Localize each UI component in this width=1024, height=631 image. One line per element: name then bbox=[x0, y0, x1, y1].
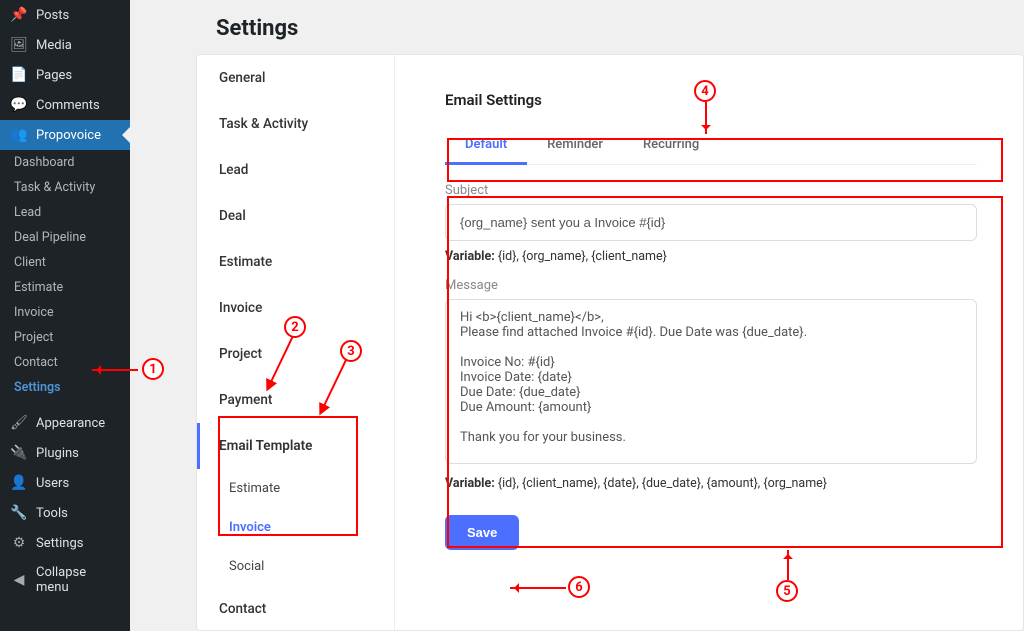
subtab-social[interactable]: Social bbox=[197, 547, 394, 586]
email-settings-tabs: Default Reminder Recurring bbox=[445, 127, 977, 165]
users-icon: 👥 bbox=[10, 127, 28, 143]
sidebar-item-propovoice[interactable]: 👥 Propovoice bbox=[0, 120, 130, 150]
collapse-icon: ◀ bbox=[10, 572, 28, 588]
sidebar-item-posts[interactable]: 📌 Posts bbox=[0, 0, 130, 30]
subtab-estimate[interactable]: Estimate bbox=[197, 469, 394, 508]
subitem-contact[interactable]: Contact bbox=[0, 350, 130, 375]
push-pin-icon: 📌 bbox=[10, 7, 28, 23]
subitem-lead[interactable]: Lead bbox=[0, 200, 130, 225]
pages-icon: 📄 bbox=[10, 67, 28, 83]
tab-payment[interactable]: Payment bbox=[197, 377, 394, 423]
message-label: Message bbox=[445, 278, 977, 293]
tab-task-activity[interactable]: Task & Activity bbox=[197, 101, 394, 147]
save-button[interactable]: Save bbox=[445, 515, 519, 550]
sidebar-item-appearance[interactable]: 🖌 Appearance bbox=[0, 408, 130, 438]
content-heading: Email Settings bbox=[445, 91, 977, 109]
sidebar-item-users[interactable]: 👤 Users bbox=[0, 468, 130, 498]
wp-admin-sidebar: 📌 Posts 🖼 Media 📄 Pages 💬 Comments 👥 Pro… bbox=[0, 0, 130, 631]
subject-input[interactable] bbox=[445, 204, 977, 241]
sidebar-label: Comments bbox=[36, 98, 100, 113]
tab-general[interactable]: General bbox=[197, 55, 394, 101]
subitem-project[interactable]: Project bbox=[0, 325, 130, 350]
subitem-estimate[interactable]: Estimate bbox=[0, 275, 130, 300]
etab-default[interactable]: Default bbox=[445, 127, 527, 165]
tab-estimate[interactable]: Estimate bbox=[197, 239, 394, 285]
tab-project[interactable]: Project bbox=[197, 331, 394, 377]
sidebar-label: Settings bbox=[36, 536, 83, 551]
subitem-task-activity[interactable]: Task & Activity bbox=[0, 175, 130, 200]
subitem-settings[interactable]: Settings bbox=[0, 375, 130, 400]
person-icon: 👤 bbox=[10, 475, 28, 491]
tab-email-template[interactable]: Email Template bbox=[197, 423, 394, 469]
sidebar-label: Appearance bbox=[36, 416, 105, 431]
sidebar-item-collapse[interactable]: ◀ Collapse menu bbox=[0, 558, 130, 602]
comments-icon: 💬 bbox=[10, 97, 28, 113]
settings-card: General Task & Activity Lead Deal Estima… bbox=[196, 54, 1024, 631]
settings-page: Settings General Task & Activity Lead De… bbox=[130, 0, 1024, 631]
subject-variable-hint: Variable: {id}, {org_name}, {client_name… bbox=[445, 249, 977, 264]
etab-reminder[interactable]: Reminder bbox=[527, 127, 623, 164]
sidebar-item-pages[interactable]: 📄 Pages bbox=[0, 60, 130, 90]
subtab-invoice[interactable]: Invoice bbox=[197, 508, 394, 547]
tab-lead[interactable]: Lead bbox=[197, 147, 394, 193]
settings-tabs-column: General Task & Activity Lead Deal Estima… bbox=[197, 55, 395, 630]
etab-recurring[interactable]: Recurring bbox=[623, 127, 719, 164]
sliders-icon: ⚙ bbox=[10, 535, 28, 551]
subitem-deal-pipeline[interactable]: Deal Pipeline bbox=[0, 225, 130, 250]
sidebar-label: Tools bbox=[36, 506, 68, 521]
subject-label: Subject bbox=[445, 183, 977, 198]
sidebar-label: Posts bbox=[36, 8, 69, 23]
wrench-icon: 🔧 bbox=[10, 505, 28, 521]
brush-icon: 🖌 bbox=[10, 415, 28, 431]
plug-icon: 🔌 bbox=[10, 445, 28, 461]
sidebar-label: Plugins bbox=[36, 446, 79, 461]
settings-content: Email Settings Default Reminder Recurrin… bbox=[395, 55, 1023, 630]
sidebar-item-plugins[interactable]: 🔌 Plugins bbox=[0, 438, 130, 468]
email-template-subtabs: Estimate Invoice Social bbox=[197, 469, 394, 586]
tab-invoice[interactable]: Invoice bbox=[197, 285, 394, 331]
sidebar-label: Media bbox=[36, 38, 72, 53]
subitem-dashboard[interactable]: Dashboard bbox=[0, 150, 130, 175]
tab-deal[interactable]: Deal bbox=[197, 193, 394, 239]
media-icon: 🖼 bbox=[10, 37, 28, 53]
sidebar-item-tools[interactable]: 🔧 Tools bbox=[0, 498, 130, 528]
subitem-invoice[interactable]: Invoice bbox=[0, 300, 130, 325]
subitem-client[interactable]: Client bbox=[0, 250, 130, 275]
sidebar-item-media[interactable]: 🖼 Media bbox=[0, 30, 130, 60]
sidebar-label: Propovoice bbox=[36, 128, 101, 143]
sidebar-label: Collapse menu bbox=[36, 565, 122, 595]
page-title: Settings bbox=[156, 0, 998, 59]
message-textarea[interactable] bbox=[445, 299, 977, 464]
tab-contact[interactable]: Contact bbox=[197, 586, 394, 630]
sidebar-label: Pages bbox=[36, 68, 72, 83]
message-variable-hint: Variable: {id}, {client_name}, {date}, {… bbox=[445, 476, 977, 491]
sidebar-item-comments[interactable]: 💬 Comments bbox=[0, 90, 130, 120]
sidebar-label: Users bbox=[36, 476, 69, 491]
sidebar-item-wp-settings[interactable]: ⚙ Settings bbox=[0, 528, 130, 558]
